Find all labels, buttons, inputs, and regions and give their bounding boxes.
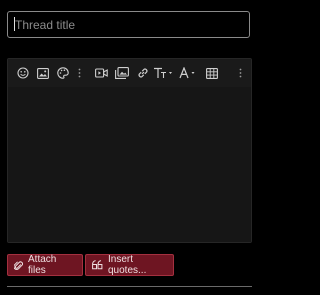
image-icon[interactable] (36, 66, 50, 80)
link-icon[interactable] (136, 66, 150, 80)
message-editor[interactable] (7, 58, 252, 243)
divider (7, 286, 252, 287)
paperclip-icon (14, 260, 23, 271)
insert-quotes-button[interactable]: Insert quotes... (85, 254, 174, 276)
quote-icon (92, 260, 103, 270)
video-icon[interactable] (94, 66, 108, 80)
insert-quotes-label: Insert quotes... (108, 254, 147, 276)
text-size-icon[interactable] (153, 66, 175, 80)
more-vertical-icon[interactable] (237, 66, 243, 80)
editor-toolbar (8, 59, 251, 87)
table-icon[interactable] (205, 66, 219, 80)
more-vertical-icon[interactable] (76, 66, 82, 80)
smiley-icon[interactable] (16, 66, 30, 80)
media-gallery-icon[interactable] (114, 66, 130, 80)
text-caret (14, 17, 15, 31)
attach-files-label: Attach files (28, 254, 57, 276)
attach-files-button[interactable]: Attach files (7, 254, 83, 276)
font-icon[interactable] (179, 66, 199, 80)
editor-content-area[interactable] (8, 87, 251, 242)
palette-icon[interactable] (56, 66, 70, 80)
thread-title-input[interactable] (7, 11, 250, 38)
